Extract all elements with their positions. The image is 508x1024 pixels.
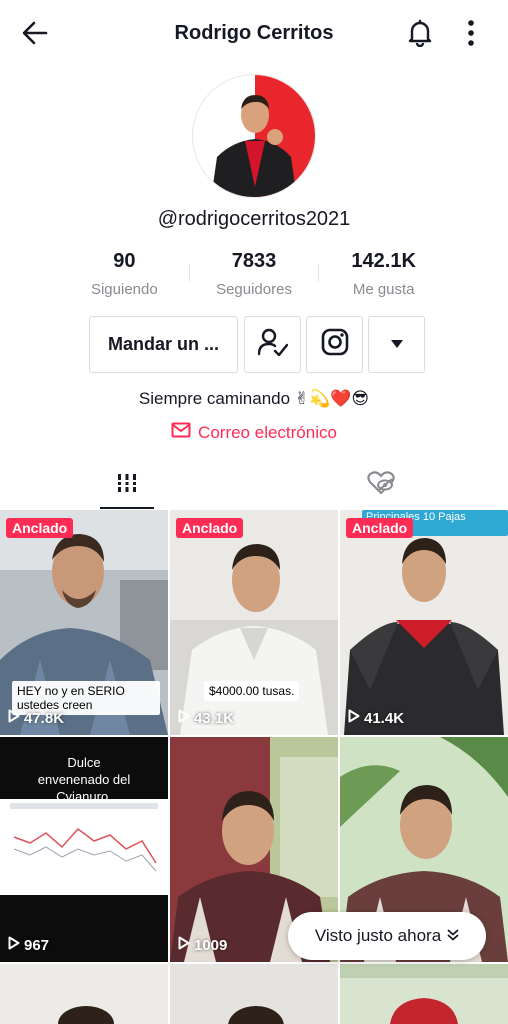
tab-videos[interactable] <box>0 460 254 510</box>
email-link-label: Correo electrónico <box>198 422 337 442</box>
play-icon <box>348 709 360 727</box>
notifications-button[interactable] <box>403 18 437 52</box>
profile-bio: Siempre caminando ✌💫❤️😎 <box>138 389 370 408</box>
play-icon <box>178 709 190 727</box>
toast-label: Visto justo ahora <box>314 926 442 945</box>
top-bar: Rodrigo Cerritos <box>0 0 508 68</box>
grid-icon <box>116 473 138 498</box>
bell-icon <box>407 19 433 52</box>
view-count: 41.4K <box>348 709 404 727</box>
view-count-text: 41.4K <box>364 709 405 727</box>
pinned-badge: Anclado <box>6 518 74 538</box>
more-vertical-icon <box>467 19 475 52</box>
following-status-button[interactable] <box>244 316 301 373</box>
stat-following[interactable]: 90 Siguiendo <box>60 250 189 302</box>
tab-liked[interactable] <box>254 460 508 510</box>
viewed-just-now-button[interactable]: Visto justo ahora <box>288 912 486 960</box>
play-icon <box>8 709 20 727</box>
double-chevron-down-icon <box>447 926 459 946</box>
video-thumbnail[interactable] <box>0 964 168 1024</box>
instagram-button[interactable] <box>306 316 363 373</box>
video-thumbnail[interactable]: Principales 10 Pajas Molidas Anclado 41.… <box>340 510 508 735</box>
stat-label: Seguidores <box>216 281 292 298</box>
play-icon <box>178 936 190 954</box>
instagram-icon <box>321 328 349 361</box>
view-count-text: 43.1K <box>194 709 235 727</box>
suggested-accounts-button[interactable] <box>368 316 425 373</box>
view-count-text: 47.8K <box>24 709 65 727</box>
pinned-badge: Anclado <box>176 518 244 538</box>
stat-value: 90 <box>113 250 136 272</box>
video-caption: $4000.00 tusas. <box>204 681 300 701</box>
active-tab-indicator <box>100 507 154 509</box>
pinned-badge: Anclado <box>346 518 414 538</box>
view-count: 43.1K <box>178 709 234 727</box>
stat-value: 142.1K <box>351 250 416 272</box>
view-count: 1009 <box>178 936 227 954</box>
profile-stats: 90 Siguiendo 7833 Seguidores 142.1K Me g… <box>60 250 448 302</box>
user-check-icon <box>257 328 288 361</box>
play-icon <box>8 936 20 954</box>
view-count-text: 1009 <box>194 936 228 954</box>
profile-handle: @rodrigocerritos2021 <box>157 208 351 230</box>
video-thumbnail[interactable] <box>170 964 338 1024</box>
message-button[interactable]: Mandar un ... <box>89 316 238 373</box>
stat-followers[interactable]: 7833 Seguidores <box>190 250 319 302</box>
view-count: 47.8K <box>8 709 64 727</box>
video-thumbnail[interactable] <box>340 964 508 1024</box>
view-count: 967 <box>8 936 49 954</box>
stat-label: Siguiendo <box>90 281 158 298</box>
avatar[interactable] <box>192 74 316 198</box>
video-caption: Dulce envenenado del Cyianuro. <box>37 755 131 804</box>
stat-label: Me gusta <box>352 281 415 298</box>
video-thumbnail[interactable]: Dulce envenenado del Cyianuro. 967 <box>0 737 168 962</box>
email-link[interactable]: Correo electrónico <box>0 422 508 443</box>
video-thumbnail[interactable]: Anclado HEY no y en SERIO ustedes creen … <box>0 510 168 735</box>
more-options-button[interactable] <box>456 18 486 52</box>
hidden-heart-icon <box>367 470 395 500</box>
stat-likes[interactable]: 142.1K Me gusta <box>319 250 448 302</box>
view-count-text: 967 <box>24 936 50 954</box>
stat-value: 7833 <box>231 250 277 272</box>
envelope-icon <box>171 422 191 443</box>
caret-down-icon <box>390 336 404 354</box>
profile-tabs <box>0 460 508 510</box>
video-thumbnail[interactable]: Anclado $4000.00 tusas. 43.1K <box>170 510 338 735</box>
